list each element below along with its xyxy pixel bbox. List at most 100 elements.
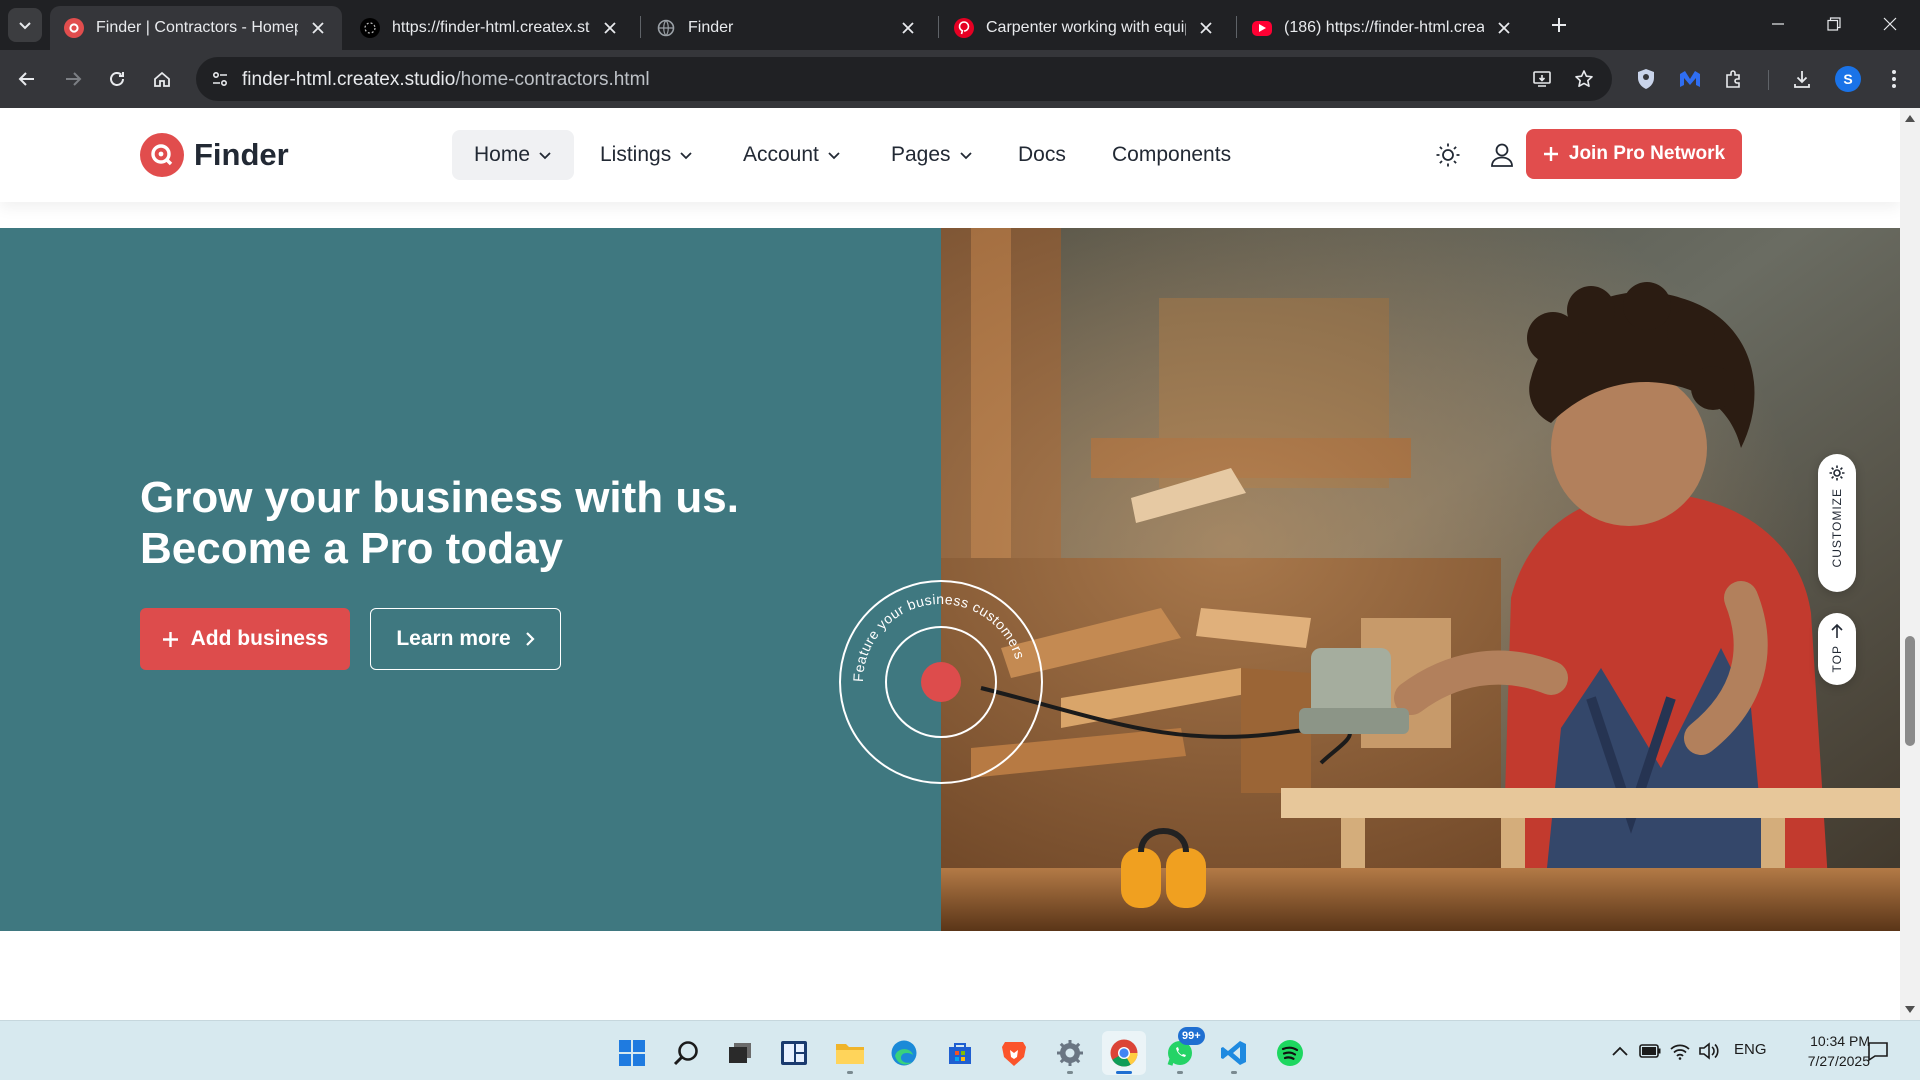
nav-docs[interactable]: Docs [1018, 130, 1066, 180]
tab-title: Carpenter working with equipm [986, 19, 1186, 36]
browser-menu-button[interactable] [1876, 61, 1912, 97]
start-button[interactable] [610, 1031, 654, 1075]
close-icon[interactable] [898, 18, 918, 38]
top-label: TOP [1830, 645, 1844, 673]
battery-icon[interactable] [1638, 1039, 1662, 1063]
scroll-down-arrow-icon[interactable] [1904, 1004, 1916, 1016]
globe-icon [656, 18, 676, 38]
widgets-button[interactable] [772, 1031, 816, 1075]
close-icon[interactable] [1196, 18, 1216, 38]
close-window-button[interactable] [1862, 0, 1918, 48]
browser-tab-strip: Finder | Contractors - Homepag https://f… [0, 0, 1920, 50]
downloads-icon[interactable] [1784, 61, 1820, 97]
browser-tab[interactable]: Carpenter working with equipm [940, 6, 1230, 50]
toolbar-divider [1768, 70, 1769, 90]
taskbar-search-button[interactable] [664, 1031, 708, 1075]
chevron-down-icon [19, 22, 31, 30]
chevron-down-icon [827, 148, 841, 162]
home-icon [154, 71, 170, 87]
close-icon[interactable] [1494, 18, 1514, 38]
tab-search-button[interactable] [8, 8, 42, 42]
brand-logo[interactable]: Finder [140, 133, 289, 177]
theme-toggle-sun-icon[interactable] [1431, 138, 1465, 172]
store-button[interactable] [938, 1031, 982, 1075]
notification-center-icon[interactable] [1864, 1037, 1892, 1065]
profile-avatar[interactable]: S [1830, 61, 1866, 97]
input-language-indicator[interactable]: ENG [1734, 1041, 1767, 1058]
minimize-button[interactable] [1750, 0, 1806, 48]
url-text[interactable]: finder-html.createx.studio/home-contract… [242, 69, 650, 91]
close-icon[interactable] [600, 18, 620, 38]
nav-pages[interactable]: Pages [891, 130, 973, 180]
vscode-button[interactable] [1212, 1031, 1256, 1075]
bookmark-star-icon[interactable] [1568, 63, 1600, 95]
site-info-icon[interactable] [204, 63, 236, 95]
browser-tab[interactable]: (186) https://finder-html.create [1238, 6, 1528, 50]
gear-icon [1057, 1040, 1083, 1066]
tab-title: Finder | Contractors - Homepag [96, 19, 298, 36]
reload-button[interactable] [99, 61, 135, 97]
feature-badge[interactable]: Feature your business customers [838, 579, 1044, 785]
scrollbar-thumb[interactable] [1905, 636, 1915, 746]
hero-title-line-2: Become a Pro today [140, 524, 564, 573]
brave-button[interactable] [992, 1031, 1036, 1075]
scroll-up-arrow-icon[interactable] [1904, 112, 1916, 124]
nav-account[interactable]: Account [743, 130, 841, 180]
customize-label: CUSTOMIZE [1830, 488, 1844, 568]
chrome-button[interactable] [1102, 1031, 1146, 1075]
browser-tab[interactable]: Finder | Contractors - Homepag [50, 6, 342, 50]
close-icon[interactable] [308, 18, 328, 38]
new-tab-button[interactable] [1544, 10, 1574, 40]
restore-button[interactable] [1806, 0, 1862, 48]
notification-badge: 99+ [1178, 1027, 1205, 1045]
clock-time: 10:34 PM [1810, 1033, 1870, 1049]
task-view-button[interactable] [718, 1031, 762, 1075]
tab-separator [938, 16, 939, 38]
reload-icon [110, 72, 124, 86]
nav-home[interactable]: Home [452, 130, 575, 180]
forward-button[interactable] [55, 61, 91, 97]
url-host: finder-html.createx.studio [242, 69, 456, 90]
show-hidden-icons-chevron-up-icon[interactable] [1608, 1039, 1632, 1063]
url-path: /home-contractors.html [455, 69, 650, 90]
home-button[interactable] [144, 61, 180, 97]
account-user-icon[interactable] [1485, 138, 1519, 172]
arrow-up-icon [1831, 623, 1843, 638]
running-indicator [847, 1071, 853, 1074]
malwarebytes-extension-icon[interactable] [1672, 61, 1708, 97]
whatsapp-button[interactable]: 99+ [1158, 1027, 1205, 1075]
back-to-top-button[interactable]: TOP [1818, 613, 1856, 685]
learn-more-button[interactable]: Learn more [370, 608, 561, 670]
shield-extension-icon[interactable] [1628, 61, 1664, 97]
add-business-button[interactable]: Add business [140, 608, 350, 670]
hero-photo [941, 228, 1900, 931]
site-header: Finder Home Listings Account Pages Docs … [0, 108, 1900, 202]
chrome-icon [1110, 1039, 1138, 1067]
browser-tab[interactable]: Finder [642, 6, 932, 50]
carpenter-photo-illustration [941, 228, 1900, 931]
extensions-puzzle-icon[interactable] [1716, 61, 1752, 97]
nav-components[interactable]: Components [1112, 130, 1231, 180]
page-scrollbar[interactable] [1900, 108, 1920, 1020]
install-app-icon[interactable] [1526, 63, 1558, 95]
browser-tab[interactable]: https://finder-html.createx.stud [346, 6, 634, 50]
hero-title-line-1: Grow your business with us. [140, 473, 739, 522]
spotify-button[interactable] [1268, 1031, 1312, 1075]
file-explorer-button[interactable] [828, 1031, 872, 1075]
chevron-right-icon [525, 631, 535, 647]
widgets-icon [781, 1041, 807, 1065]
settings-button[interactable] [1048, 1031, 1092, 1075]
customize-button[interactable]: CUSTOMIZE [1818, 454, 1856, 592]
edge-button[interactable] [882, 1031, 926, 1075]
system-clock[interactable]: 10:34 PM 7/27/2025 [1774, 1031, 1870, 1071]
plus-icon [162, 631, 179, 648]
join-pro-network-button[interactable]: Join Pro Network [1526, 129, 1742, 179]
address-bar[interactable]: finder-html.createx.studio/home-contract… [196, 57, 1612, 101]
volume-speaker-icon[interactable] [1697, 1039, 1721, 1063]
nav-label: Pages [891, 143, 951, 166]
back-button[interactable] [9, 61, 45, 97]
gear-icon [1829, 465, 1845, 481]
wifi-icon[interactable] [1668, 1039, 1692, 1063]
nav-label: Listings [600, 143, 672, 166]
nav-listings[interactable]: Listings [600, 130, 693, 180]
